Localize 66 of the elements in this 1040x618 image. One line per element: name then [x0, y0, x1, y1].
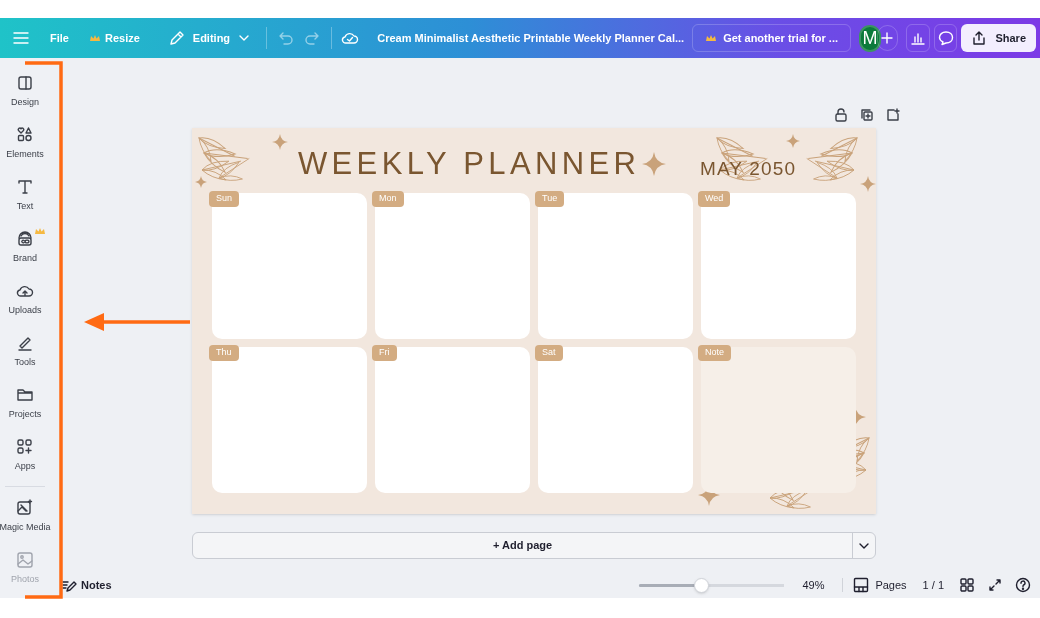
- sparkle-icon: [786, 134, 800, 148]
- sparkle-icon: [272, 134, 288, 150]
- sparkle-icon: [195, 176, 207, 188]
- help-icon: [1015, 577, 1031, 593]
- crown-icon: [88, 33, 101, 43]
- expand-icon: [987, 577, 1003, 593]
- sidebar-item[interactable]: Tools: [0, 326, 50, 378]
- trial-button[interactable]: Get another trial for ...: [692, 24, 852, 52]
- lock-button[interactable]: [832, 106, 850, 124]
- share-icon: [971, 30, 988, 46]
- pages-icon: [853, 577, 870, 593]
- day-label: Note: [698, 345, 731, 361]
- insights-button[interactable]: [905, 24, 930, 52]
- text-icon: [16, 178, 34, 197]
- day-label: Sun: [209, 191, 239, 207]
- sparkle-icon: [860, 176, 876, 192]
- help-button[interactable]: [1014, 576, 1032, 594]
- sidebar-item[interactable]: Brand: [0, 222, 50, 274]
- undo-icon: [277, 30, 294, 46]
- apps-icon: [16, 438, 34, 457]
- grid-icon: [959, 577, 975, 593]
- sidebar-item[interactable]: Apps: [0, 430, 50, 482]
- day-label: Fri: [372, 345, 397, 361]
- notes-button[interactable]: Notes: [62, 576, 112, 594]
- planner-page[interactable]: WEEKLY PLANNER MAY 2050 Sun Mon Tue Wed Thu Fri Sat Note: [192, 128, 876, 514]
- redo-icon: [303, 30, 320, 46]
- grid-view-button[interactable]: [958, 576, 976, 594]
- day-label: Tue: [535, 191, 565, 207]
- crown-icon: [705, 33, 718, 43]
- sidebar-item[interactable]: Design: [0, 66, 50, 118]
- day-label: Thu: [209, 345, 239, 361]
- day-label: Sat: [535, 345, 563, 361]
- duplicate-page-button[interactable]: [858, 106, 876, 124]
- add-page-icon: [886, 108, 900, 122]
- sidebar-item[interactable]: Text: [0, 170, 50, 222]
- sidebar-item[interactable]: Magic Media: [0, 491, 50, 543]
- sidebar-item[interactable]: Elements: [0, 118, 50, 170]
- sidebar-item[interactable]: Projects: [0, 378, 50, 430]
- brand-kit-icon: [16, 230, 34, 249]
- day-label: Wed: [698, 191, 731, 207]
- page-counter: 1 / 1: [922, 577, 944, 593]
- share-button[interactable]: Share: [961, 24, 1036, 52]
- sparkle-image-icon: [16, 499, 34, 518]
- duplicate-icon: [860, 108, 874, 122]
- sparkle-icon: [642, 152, 666, 176]
- comment-button[interactable]: [933, 24, 958, 52]
- speech-bubble-icon: [937, 30, 954, 46]
- sidebar-item[interactable]: Uploads: [0, 274, 50, 326]
- layout-icon: [16, 74, 34, 93]
- month-label[interactable]: MAY 2050: [700, 159, 797, 178]
- padlock-icon: [834, 108, 848, 122]
- day-label: Mon: [372, 191, 404, 207]
- avatar[interactable]: M: [859, 24, 881, 52]
- pages-button[interactable]: Pages: [853, 576, 907, 594]
- plus-icon: [881, 32, 894, 44]
- zoom-percentage[interactable]: 49%: [802, 576, 833, 594]
- document-title[interactable]: Cream Minimalist Aesthetic Printable Weekly Planner Cal...: [377, 29, 685, 47]
- crown-icon: [34, 226, 46, 236]
- add-page-icon-button[interactable]: [884, 106, 902, 124]
- menu-icon: [12, 29, 30, 47]
- fullscreen-button[interactable]: [986, 576, 1004, 594]
- pencil-icon: [167, 29, 185, 47]
- bar-chart-icon: [909, 30, 926, 46]
- slider-thumb[interactable]: [694, 577, 709, 593]
- planner-title[interactable]: WEEKLY PLANNER: [298, 148, 641, 179]
- image-icon: [16, 551, 34, 570]
